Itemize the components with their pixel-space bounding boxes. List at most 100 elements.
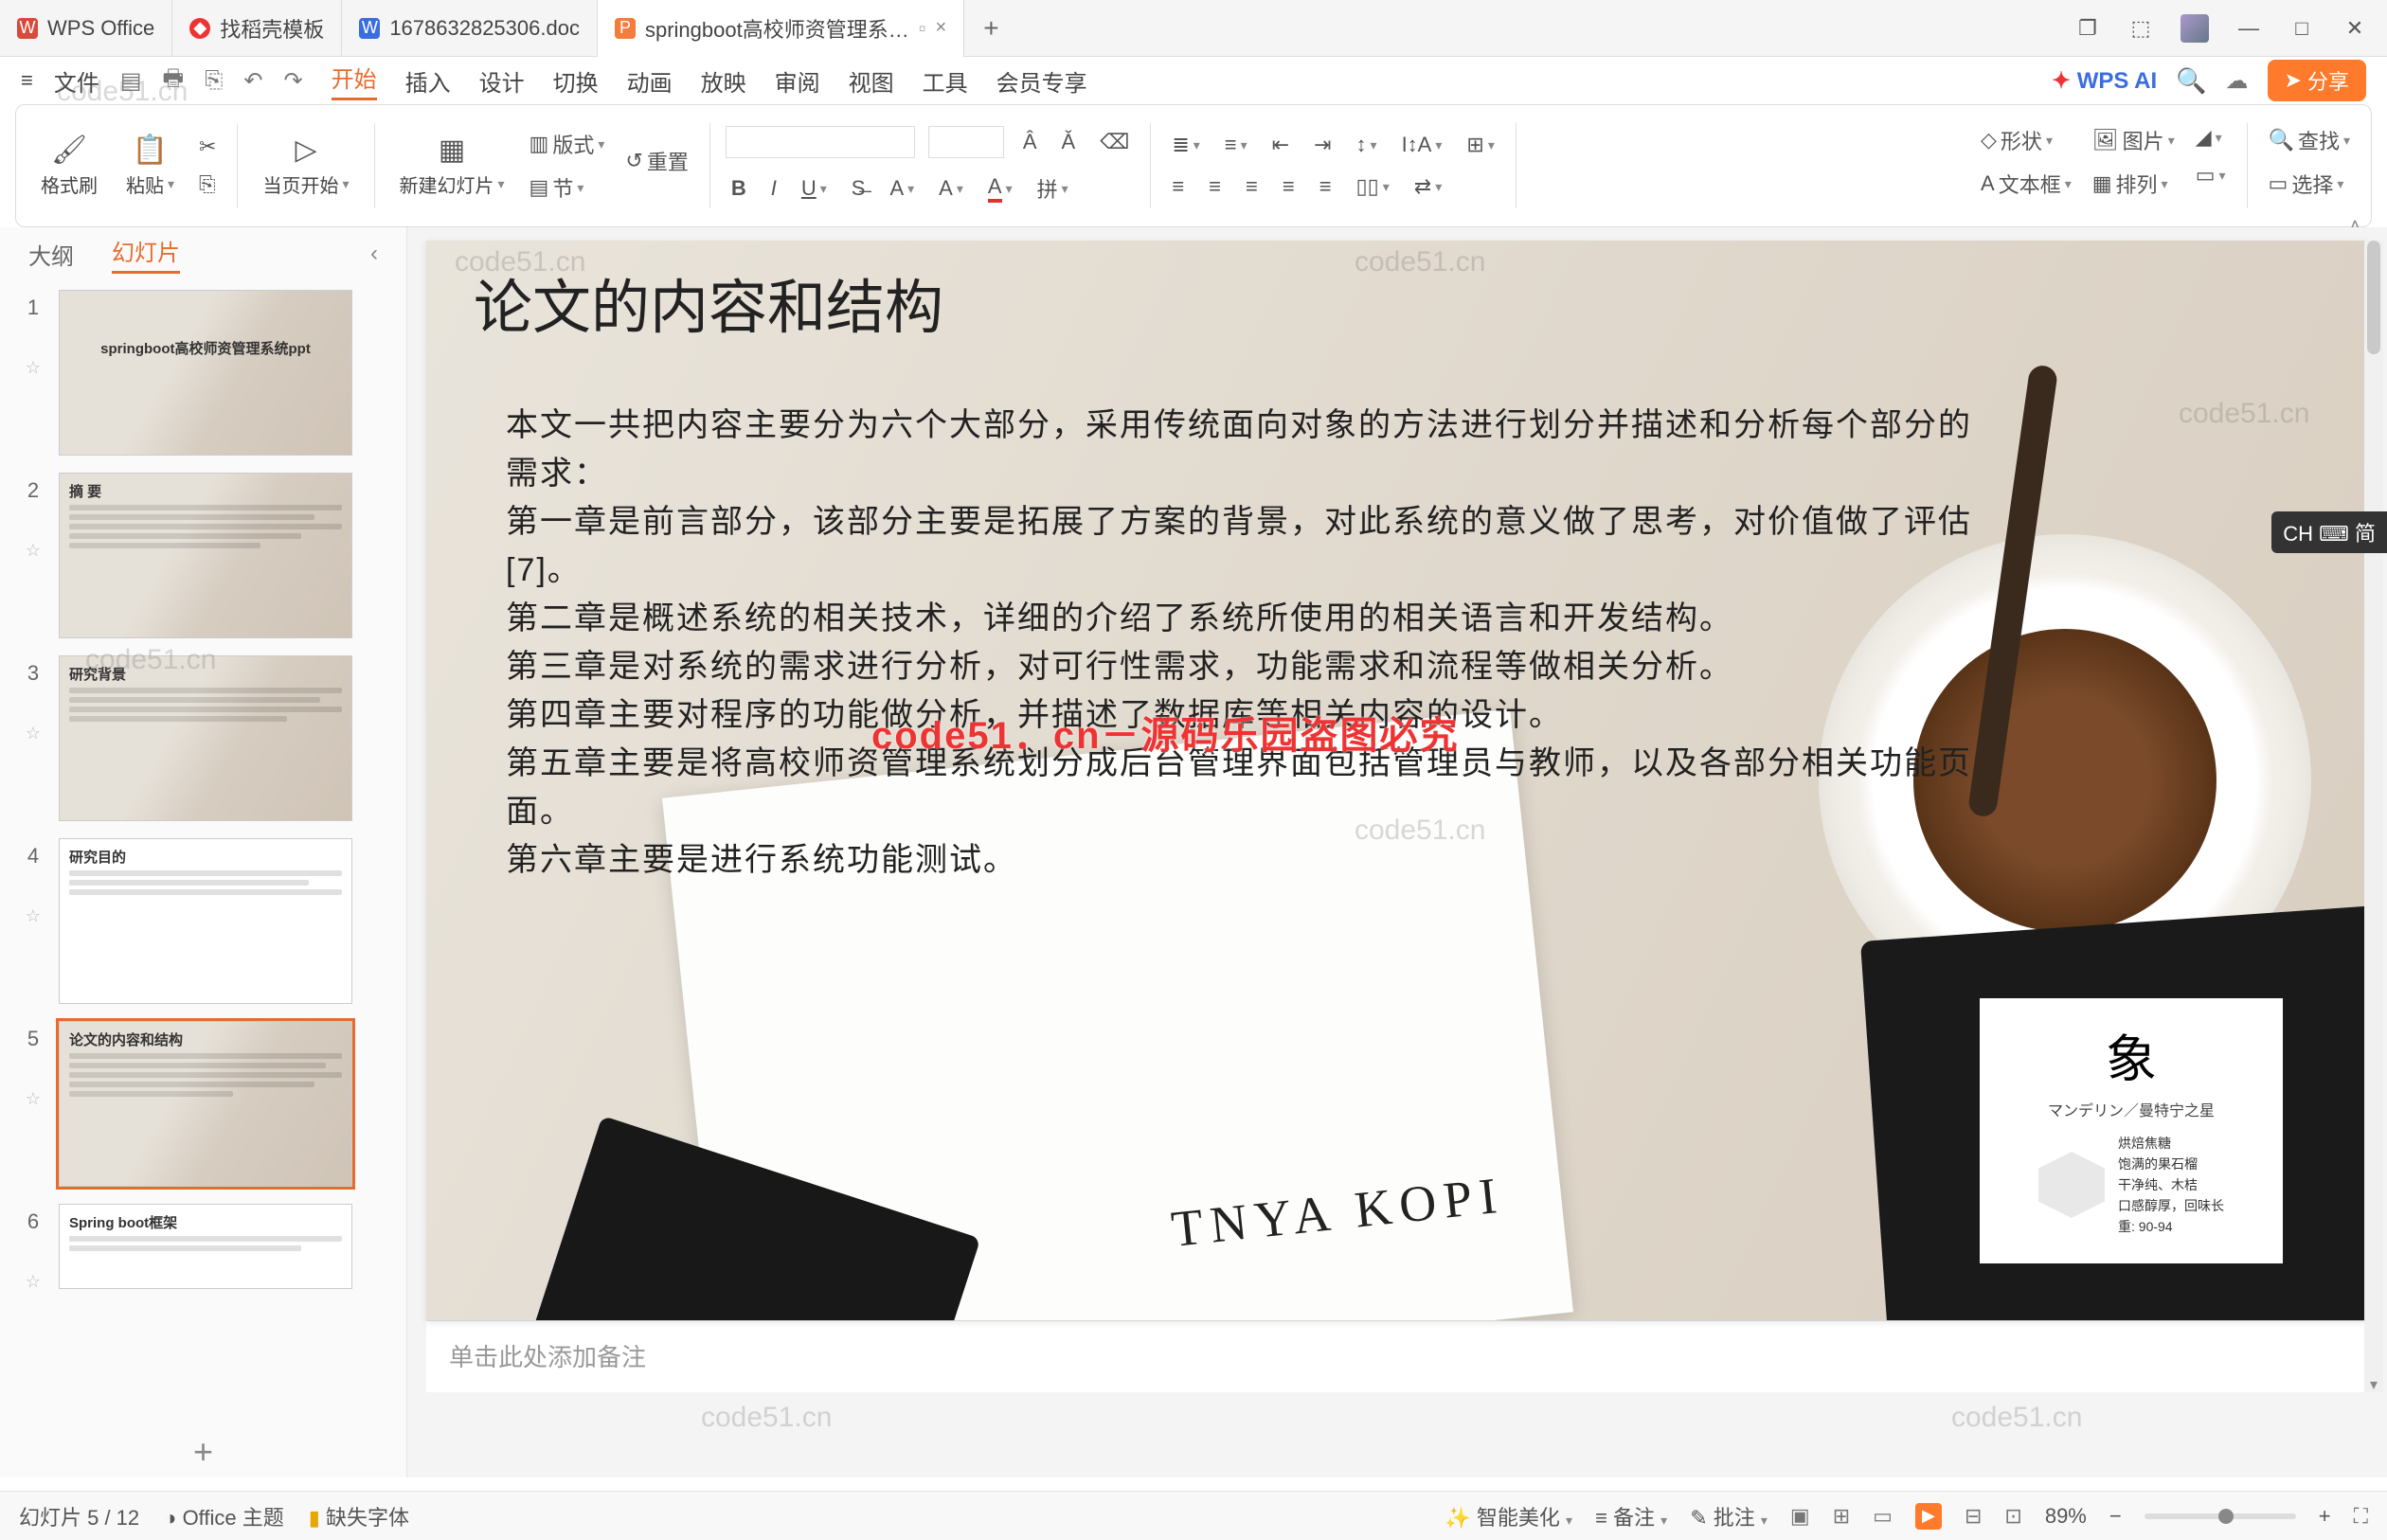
comments-toggle[interactable]: ✎ 批注 ▾ bbox=[1690, 1501, 1768, 1531]
slide-canvas[interactable]: TNYA KOPI 象 マンデリン／曼特宁之星 烘焙焦糖饱满的果石榴干净纯、木桔… bbox=[426, 241, 2368, 1320]
cloud-upload-icon[interactable]: ☁ bbox=[2226, 67, 2249, 95]
zoom-slider[interactable] bbox=[2145, 1513, 2296, 1519]
text-direction-button[interactable]: I↕A▾ bbox=[1396, 131, 1448, 159]
add-slide-button[interactable]: + bbox=[0, 1426, 406, 1477]
add-tab-button[interactable]: + bbox=[964, 13, 1017, 44]
layout-button[interactable]: ▥ 版式▾ bbox=[524, 127, 611, 161]
strikethrough-button[interactable]: S̶ bbox=[846, 174, 871, 203]
search-icon[interactable]: 🔍 bbox=[2176, 66, 2206, 96]
text-effects-button[interactable]: A▾ bbox=[884, 174, 920, 203]
theme-indicator[interactable]: ◑ Office 主题 bbox=[164, 1501, 284, 1531]
thumbnail-5[interactable]: 论文的内容和结构 bbox=[59, 1021, 352, 1187]
star-icon[interactable]: ☆ bbox=[26, 906, 41, 926]
distribute-button[interactable]: ≡ bbox=[1314, 172, 1337, 201]
minimize-icon[interactable]: — bbox=[2235, 16, 2262, 41]
star-icon[interactable]: ☆ bbox=[26, 358, 41, 378]
italic-button[interactable]: I bbox=[765, 174, 782, 203]
share-button[interactable]: ➤ 分享 bbox=[2268, 60, 2366, 101]
chevron-down-icon[interactable]: ▾ bbox=[168, 176, 174, 192]
menu-tools[interactable]: 工具 bbox=[923, 64, 968, 98]
star-icon[interactable]: ☆ bbox=[26, 1089, 41, 1109]
copy-button[interactable]: ⎘ bbox=[193, 170, 222, 199]
outline-button[interactable]: ▭▾ bbox=[2190, 161, 2232, 189]
print-icon[interactable]: ⎘ bbox=[205, 67, 223, 94]
fit-to-window-icon[interactable]: ⛶ bbox=[2354, 1504, 2368, 1529]
arrange-button[interactable]: ▦ 排列▾ bbox=[2087, 167, 2181, 201]
menu-animation[interactable]: 动画 bbox=[627, 64, 673, 98]
collapse-panel-icon[interactable]: ‹ bbox=[370, 241, 378, 267]
new-slide-button[interactable]: ▦ 新建幻灯片▾ bbox=[390, 134, 514, 198]
redo-icon[interactable]: ↷ bbox=[284, 67, 303, 95]
normal-view-icon[interactable]: ▣ bbox=[1790, 1504, 1810, 1529]
grid-view-icon[interactable]: ⊡ bbox=[2004, 1504, 2021, 1529]
zoom-value[interactable]: 89% bbox=[2045, 1504, 2087, 1529]
zoom-slider-thumb[interactable] bbox=[2218, 1509, 2234, 1524]
notes-pane[interactable]: 单击此处添加备注 bbox=[426, 1320, 2368, 1392]
hamburger-icon[interactable]: ≡ bbox=[21, 68, 33, 93]
font-color-button[interactable]: A▾ bbox=[982, 172, 1018, 205]
menu-slideshow[interactable]: 放映 bbox=[701, 64, 746, 98]
indent-increase-button[interactable]: ⇥ bbox=[1308, 131, 1337, 159]
clear-format-button[interactable]: ⌫ bbox=[1094, 128, 1135, 156]
presenter-view-icon[interactable]: ⊟ bbox=[1965, 1504, 1982, 1529]
star-icon[interactable]: ☆ bbox=[26, 1272, 41, 1292]
align-center-button[interactable]: ≡ bbox=[1203, 172, 1227, 201]
convert-button[interactable]: ⇄▾ bbox=[1409, 172, 1447, 201]
slideshow-view-icon[interactable]: ▶ bbox=[1915, 1503, 1942, 1530]
menu-start[interactable]: 开始 bbox=[332, 61, 377, 100]
format-brush-button[interactable]: 🖌 格式刷 bbox=[31, 134, 107, 198]
underline-button[interactable]: U▾ bbox=[796, 174, 833, 203]
slide-body[interactable]: 本文一共把内容主要分为六个大部分，采用传统面向对象的方法进行划分并描述和分析每个… bbox=[506, 402, 2002, 885]
start-from-current-button[interactable]: ▷ 当页开始▾ bbox=[253, 134, 358, 198]
smart-beautify-button[interactable]: ✨ 智能美化 ▾ bbox=[1445, 1501, 1572, 1531]
undo-icon[interactable]: ↶ bbox=[243, 67, 262, 95]
menu-member[interactable]: 会员专享 bbox=[996, 64, 1087, 98]
outline-tab[interactable]: 大纲 bbox=[28, 238, 74, 271]
increase-font-button[interactable]: Â bbox=[1017, 128, 1043, 156]
reset-button[interactable]: ↺ 重置 bbox=[619, 144, 693, 178]
notes-toggle[interactable]: ≡ 备注 ▾ bbox=[1595, 1501, 1667, 1531]
star-icon[interactable]: ☆ bbox=[26, 724, 41, 743]
maximize-icon[interactable]: □ bbox=[2288, 16, 2315, 41]
scroll-down-icon[interactable]: ▾ bbox=[2364, 1375, 2383, 1394]
bold-button[interactable]: B bbox=[726, 174, 752, 203]
user-avatar[interactable] bbox=[2181, 14, 2209, 43]
textbox-button[interactable]: A 文本框▾ bbox=[1975, 167, 2077, 201]
align-right-button[interactable]: ≡ bbox=[1240, 172, 1264, 201]
paste-button[interactable]: 📋 粘贴▾ bbox=[117, 134, 184, 198]
wps-ai-button[interactable]: ✦ WPS AI bbox=[2052, 67, 2157, 95]
thumbnail-3[interactable]: 研究背景 bbox=[59, 655, 352, 821]
vertical-scrollbar[interactable]: ▴ ▾ bbox=[2364, 241, 2383, 1392]
star-icon[interactable]: ☆ bbox=[26, 541, 41, 561]
tab-doc[interactable]: W 1678632825306.doc bbox=[342, 0, 598, 57]
image-button[interactable]: 🖼 图片▾ bbox=[2087, 123, 2181, 157]
cube-icon[interactable]: ⬚ bbox=[2127, 16, 2154, 41]
file-menu[interactable]: 文件 bbox=[54, 64, 99, 98]
menu-view[interactable]: 视图 bbox=[849, 64, 894, 98]
bullets-button[interactable]: ≣▾ bbox=[1166, 131, 1205, 159]
font-family-select[interactable] bbox=[726, 126, 915, 158]
missing-font-warning[interactable]: ▮ 缺失字体 bbox=[309, 1501, 409, 1531]
close-tab-icon[interactable]: × bbox=[936, 17, 947, 39]
indent-decrease-button[interactable]: ⇤ bbox=[1266, 131, 1295, 159]
align-left-button[interactable]: ≡ bbox=[1166, 172, 1190, 201]
format-button[interactable]: ⊞▾ bbox=[1461, 131, 1499, 159]
save-icon[interactable]: 🖶 bbox=[163, 62, 185, 100]
pinyin-button[interactable]: 拼▾ bbox=[1032, 171, 1074, 206]
zoom-out-button[interactable]: − bbox=[2109, 1504, 2122, 1529]
slides-tab[interactable]: 幻灯片 bbox=[112, 234, 180, 274]
fill-button[interactable]: ◢▾ bbox=[2190, 123, 2232, 152]
open-icon[interactable]: ▤ bbox=[120, 67, 142, 95]
close-window-icon[interactable]: ✕ bbox=[2342, 16, 2368, 41]
menu-insert[interactable]: 插入 bbox=[405, 64, 451, 98]
scrollbar-thumb[interactable] bbox=[2367, 241, 2380, 354]
line-spacing-button[interactable]: ↕▾ bbox=[1351, 131, 1383, 159]
tab-menu-icon[interactable]: ▫ bbox=[919, 16, 926, 41]
menu-review[interactable]: 审阅 bbox=[775, 64, 820, 98]
select-button[interactable]: ▭ 选择▾ bbox=[2263, 167, 2356, 201]
tab-templates[interactable]: ◆ 找稻壳模板 bbox=[172, 0, 342, 57]
sorter-view-icon[interactable]: ⊞ bbox=[1833, 1504, 1850, 1529]
ime-indicator[interactable]: CH ⌨ 简 bbox=[2271, 511, 2387, 553]
decrease-font-button[interactable]: Ǎ bbox=[1056, 128, 1082, 156]
columns-button[interactable]: ▯▯▾ bbox=[1351, 172, 1395, 201]
